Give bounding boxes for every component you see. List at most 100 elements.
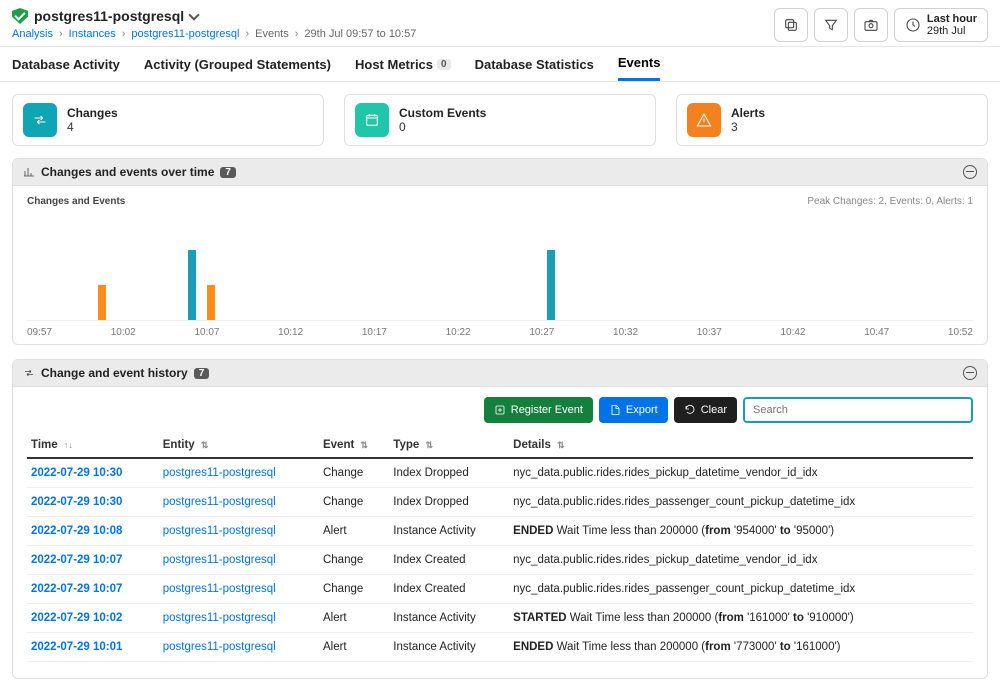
row-entity-link[interactable]: postgres11-postgresql [163, 496, 276, 508]
clear-button[interactable]: Clear [674, 397, 737, 423]
tab-host-metrics[interactable]: Host Metrics0 [355, 55, 451, 81]
table-row: 2022-07-29 10:01 postgres11-postgresql Ale… [27, 633, 973, 662]
chart-bar[interactable] [207, 285, 215, 320]
row-details: ENDED Wait Time less than 200000 (from '… [509, 633, 973, 662]
col-type[interactable]: Type ⇅ [389, 433, 509, 458]
health-shield-icon [12, 8, 28, 24]
row-entity-link[interactable]: postgres11-postgresql [163, 641, 276, 653]
search-input[interactable] [743, 397, 973, 423]
xaxis-tick: 10:27 [529, 327, 554, 338]
chevron-down-icon [190, 11, 200, 21]
instance-selector[interactable]: postgres11-postgresql [12, 8, 416, 24]
tab-database-activity[interactable]: Database Activity [12, 55, 120, 81]
col-details[interactable]: Details ⇅ [509, 433, 973, 458]
card-custom-events[interactable]: Custom Events 0 [344, 94, 656, 146]
tab-events[interactable]: Events [618, 55, 661, 81]
row-details: ENDED Wait Time less than 200000 (from '… [509, 517, 973, 546]
topbar: postgres11-postgresql Analysis› Instance… [0, 0, 1000, 47]
col-event[interactable]: Event ⇅ [319, 433, 389, 458]
export-icon [609, 404, 621, 416]
chart-panel-title: Changes and events over time [41, 165, 214, 179]
row-entity-link[interactable]: postgres11-postgresql [163, 525, 276, 537]
card-custom-title: Custom Events [399, 106, 486, 120]
clock-icon [905, 17, 921, 33]
chart-icon [23, 166, 35, 178]
xaxis-tick: 10:52 [948, 327, 973, 338]
time-range-picker[interactable]: Last hour 29th Jul [894, 8, 988, 42]
table-row: 2022-07-29 10:02 postgres11-postgresql Ale… [27, 604, 973, 633]
row-details: nyc_data.public.rides.rides_pickup_datet… [509, 546, 973, 575]
chart-area[interactable] [27, 211, 973, 321]
screenshot-button[interactable] [854, 8, 888, 42]
chart-bar[interactable] [188, 250, 196, 320]
chart-panel-count: 7 [220, 167, 236, 178]
history-panel: Change and event history 7 Register Even… [12, 359, 988, 679]
chart-bar[interactable] [547, 250, 555, 320]
tab-activity-grouped-statements-[interactable]: Activity (Grouped Statements) [144, 55, 331, 81]
row-event: Change [319, 575, 389, 604]
history-panel-title: Change and event history [41, 366, 188, 380]
collapse-button[interactable] [963, 366, 977, 380]
summary-cards: Changes 4 Custom Events 0 Alerts 3 [0, 82, 1000, 158]
chart-bar[interactable] [98, 285, 106, 320]
filter-button[interactable] [814, 8, 848, 42]
row-entity-link[interactable]: postgres11-postgresql [163, 467, 276, 479]
alert-icon [687, 103, 721, 137]
register-event-button[interactable]: Register Event [484, 397, 593, 423]
tab-database-statistics[interactable]: Database Statistics [475, 55, 594, 81]
time-range-date: 29th Jul [927, 25, 977, 37]
xaxis-tick: 10:47 [864, 327, 889, 338]
col-entity[interactable]: Entity ⇅ [159, 433, 319, 458]
xaxis-tick: 10:12 [278, 327, 303, 338]
row-details: nyc_data.public.rides.rides_pickup_datet… [509, 458, 973, 488]
row-event: Alert [319, 633, 389, 662]
clear-label: Clear [701, 404, 727, 416]
crumb-instances[interactable]: Instances [69, 28, 116, 40]
row-event: Change [319, 488, 389, 517]
card-changes[interactable]: Changes 4 [12, 94, 324, 146]
row-type: Index Created [389, 546, 509, 575]
row-event: Alert [319, 604, 389, 633]
row-time-link[interactable]: 2022-07-29 10:07 [31, 583, 122, 595]
row-time-link[interactable]: 2022-07-29 10:30 [31, 496, 122, 508]
crumb-range: 29th Jul 09:57 to 10:57 [304, 28, 416, 40]
row-time-link[interactable]: 2022-07-29 10:30 [31, 467, 122, 479]
time-range-label: Last hour [927, 13, 977, 25]
breadcrumb: Analysis› Instances› postgres11-postgres… [12, 28, 416, 40]
crumb-instance[interactable]: postgres11-postgresql [131, 28, 239, 40]
xaxis-tick: 10:37 [697, 327, 722, 338]
card-alerts[interactable]: Alerts 3 [676, 94, 988, 146]
tab-badge: 0 [437, 59, 451, 70]
card-alerts-value: 3 [731, 120, 765, 134]
table-row: 2022-07-29 10:08postgres11-postgresqlAle… [27, 517, 973, 546]
plus-square-icon [494, 404, 506, 416]
table-row: 2022-07-29 10:07postgres11-postgresqlCha… [27, 546, 973, 575]
collapse-button[interactable] [963, 165, 977, 179]
tabs: Database Activity Activity (Grouped State… [0, 47, 1000, 82]
crumb-analysis[interactable]: Analysis [12, 28, 53, 40]
calendar-icon [355, 103, 389, 137]
copy-button[interactable] [774, 8, 808, 42]
row-type: Index Dropped [389, 488, 509, 517]
xaxis-tick: 10:32 [613, 327, 638, 338]
row-time-link[interactable]: 2022-07-29 10:02 [31, 612, 122, 624]
row-time-link[interactable]: 2022-07-29 10:07 [31, 554, 122, 566]
xaxis-tick: 10:22 [446, 327, 471, 338]
col-time[interactable]: Time ↑↓ [27, 433, 159, 458]
history-icon [23, 367, 35, 379]
row-entity-link[interactable]: postgres11-postgresql [163, 583, 276, 595]
row-entity-link[interactable]: postgres11-postgresql [163, 612, 276, 624]
row-time-link[interactable]: 2022-07-29 10:01 [31, 641, 122, 653]
row-type: Instance Activity [389, 604, 509, 633]
row-details: nyc_data.public.rides.rides_passenger_co… [509, 575, 973, 604]
filter-icon [823, 17, 839, 33]
xaxis-tick: 10:42 [780, 327, 805, 338]
export-button[interactable]: Export [599, 397, 668, 423]
xaxis-tick: 10:02 [111, 327, 136, 338]
chart-xaxis: 09:5710:0210:0710:1210:1710:2210:2710:32… [27, 321, 973, 338]
row-time-link[interactable]: 2022-07-29 10:08 [31, 525, 122, 537]
changes-icon [23, 103, 57, 137]
row-type: Index Dropped [389, 458, 509, 488]
row-type: Index Created [389, 575, 509, 604]
row-entity-link[interactable]: postgres11-postgresql [163, 554, 276, 566]
